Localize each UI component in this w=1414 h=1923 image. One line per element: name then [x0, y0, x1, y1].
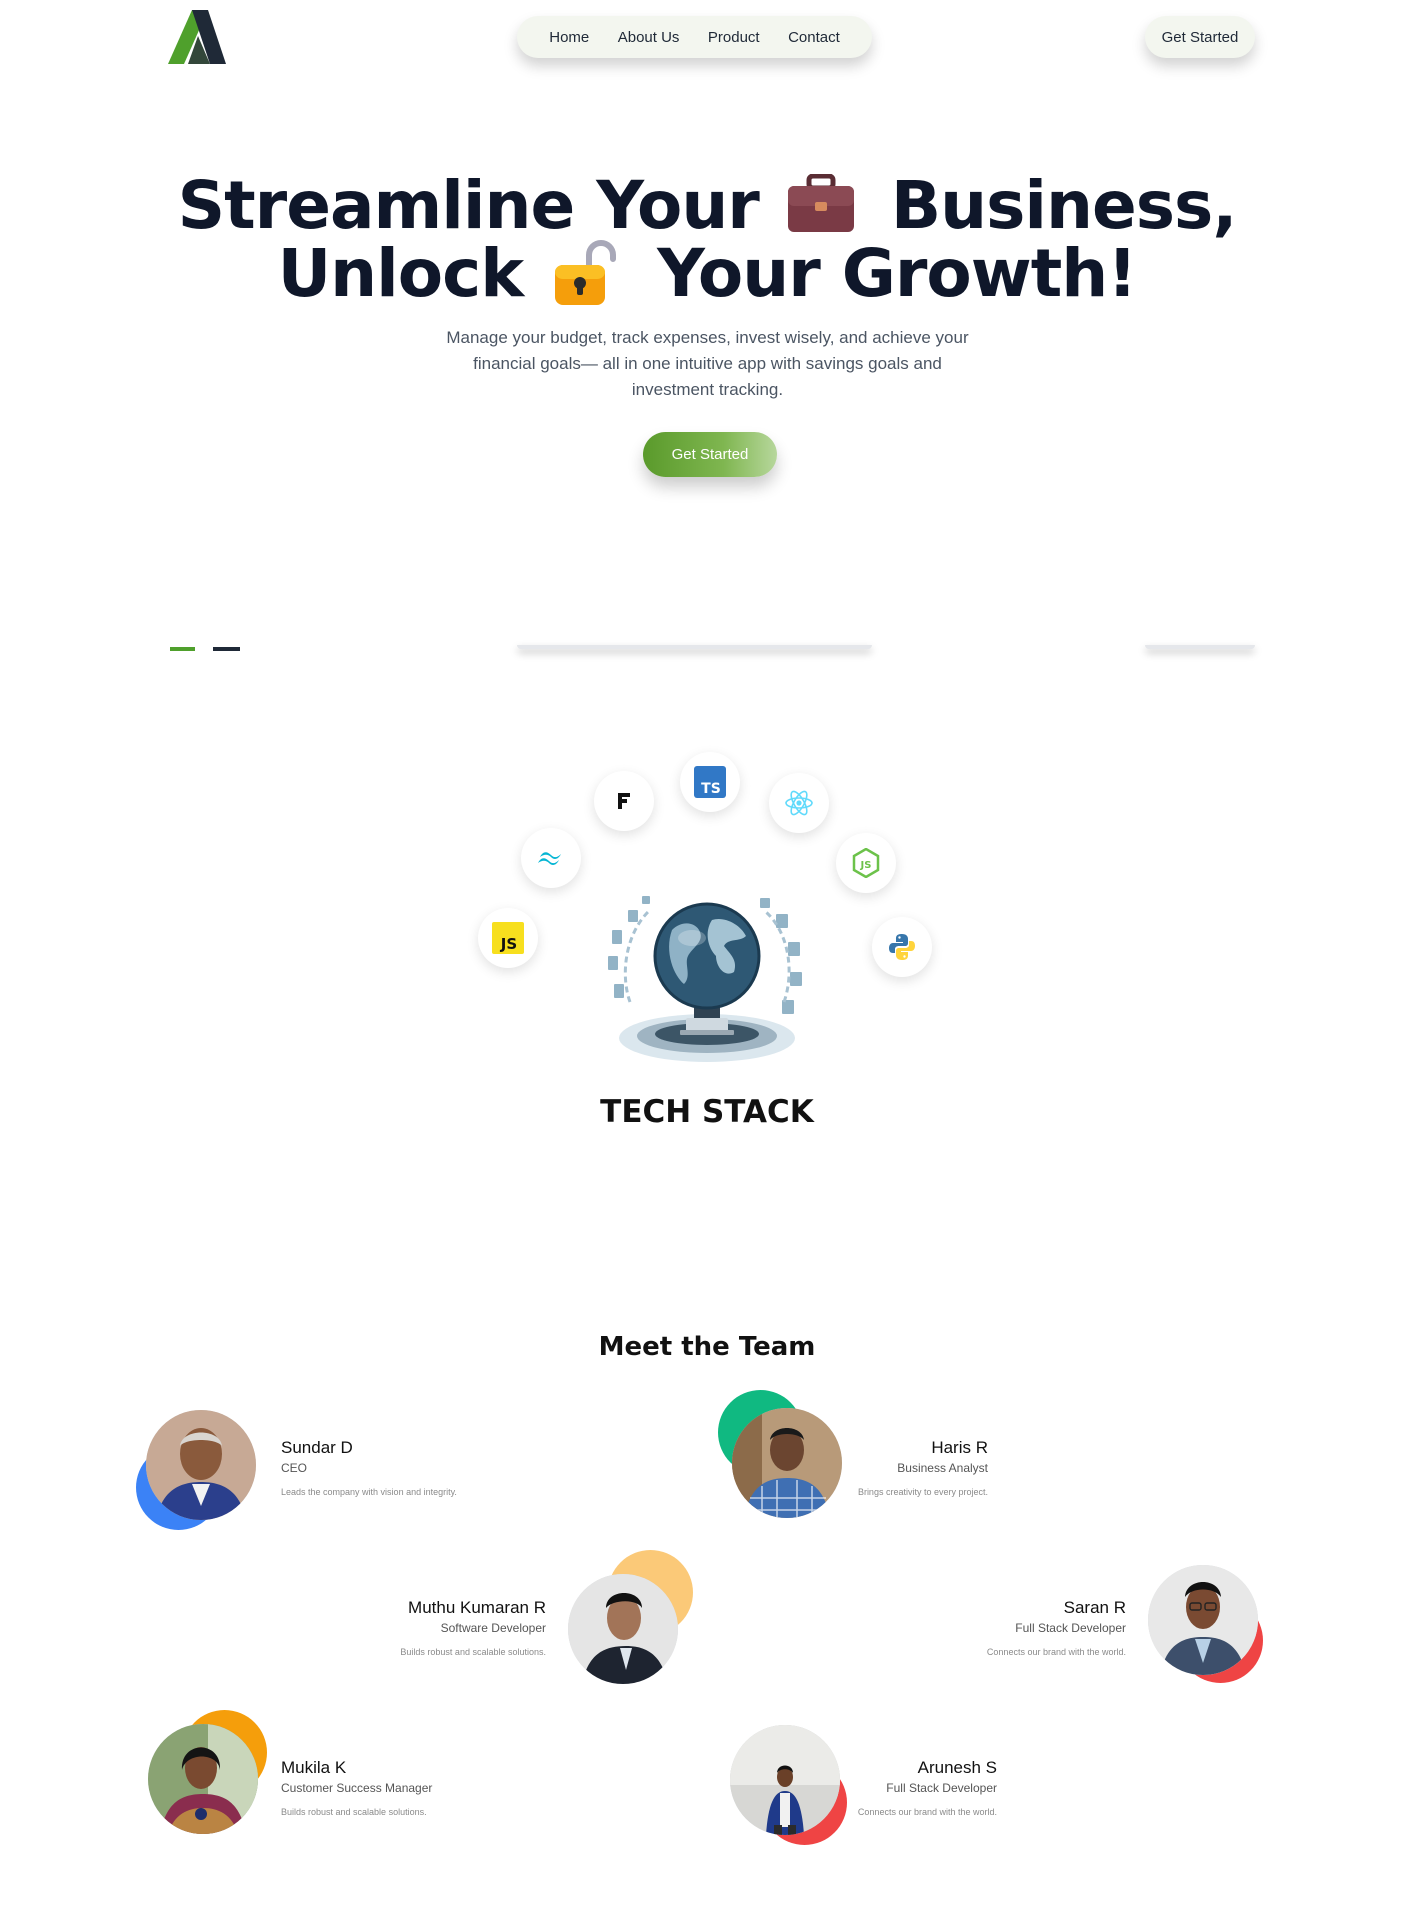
team-member-card[interactable]: Mukila K Customer Success Manager Builds…: [281, 1757, 541, 1818]
briefcase-icon: [787, 173, 854, 232]
ghost-cta-shadow: [1145, 645, 1255, 649]
member-description: Builds robust and scalable solutions.: [281, 1807, 427, 1817]
tech-python[interactable]: [872, 917, 932, 977]
brand-logo[interactable]: [168, 10, 240, 64]
team-member-card[interactable]: Arunesh S Full Stack Developer Connects …: [737, 1757, 997, 1818]
tech-framer[interactable]: [594, 771, 654, 831]
team-member-card[interactable]: Haris R Business Analyst Brings creativi…: [728, 1437, 988, 1498]
nav-product[interactable]: Product: [708, 29, 760, 46]
tech-stack-title: TECH STACK: [600, 1094, 814, 1130]
hero-get-started-button[interactable]: Get Started: [643, 432, 777, 477]
member-name: Mukila K: [281, 1758, 347, 1777]
svg-text:JS: JS: [860, 860, 872, 871]
team-member-card[interactable]: Saran R Full Stack Developer Connects ou…: [866, 1597, 1126, 1658]
member-description: Brings creativity to every project.: [857, 1487, 988, 1497]
member-role: Customer Success Manager: [281, 1781, 433, 1795]
member-name: Saran R: [1063, 1598, 1126, 1617]
react-icon: [785, 790, 813, 816]
avatar: [146, 1410, 256, 1520]
member-name: Haris R: [931, 1438, 988, 1457]
javascript-icon: JS: [492, 922, 524, 954]
avatar: [148, 1724, 258, 1834]
member-role: Software Developer: [440, 1621, 546, 1635]
avatar: [568, 1574, 678, 1684]
member-mukila-photo: [136, 1710, 267, 1840]
tailwind-icon: [538, 852, 561, 865]
framer-icon: [618, 793, 630, 809]
hero-title: Streamline Your Business, Unlock Your Gr…: [0, 172, 1414, 313]
tech-nodejs[interactable]: JS: [836, 833, 896, 893]
python-icon: [889, 934, 915, 960]
member-name: Arunesh S: [917, 1758, 997, 1777]
tech-react[interactable]: [769, 773, 829, 833]
tech-javascript[interactable]: JS: [478, 908, 538, 968]
nav-home[interactable]: Home: [549, 29, 589, 46]
nodejs-icon: JS: [852, 848, 880, 878]
member-sundar-photo: [136, 1400, 266, 1530]
member-role: CEO: [281, 1461, 308, 1475]
member-name: Sundar D: [281, 1438, 353, 1457]
ghost-nav-shadow: [517, 645, 872, 649]
member-name: Muthu Kumaran R: [408, 1598, 546, 1617]
typescript-icon: TS: [694, 766, 726, 798]
team-member-card[interactable]: Sundar D CEO Leads the company with visi…: [281, 1437, 541, 1498]
member-description: Builds robust and scalable solutions.: [400, 1647, 546, 1657]
svg-text:TS: TS: [701, 781, 721, 797]
member-description: Connects our brand with the world.: [857, 1807, 997, 1817]
ghost-logo-dark: [213, 647, 240, 651]
avatar: [1148, 1565, 1258, 1675]
nav-about-us[interactable]: About Us: [618, 29, 680, 46]
team-section-title: Meet the Team: [598, 1332, 816, 1362]
unlocked-padlock-icon: [555, 239, 617, 305]
tech-typescript[interactable]: TS: [680, 752, 740, 812]
member-description: Connects our brand with the world.: [986, 1647, 1126, 1657]
member-muthu-photo: [558, 1550, 693, 1684]
svg-text:JS: JS: [500, 935, 517, 953]
member-saran-photo: [1138, 1555, 1268, 1685]
header-get-started-button[interactable]: Get Started: [1145, 16, 1255, 58]
hero-subtitle: Manage your budget, track expenses, inve…: [446, 328, 969, 399]
hero-title-line2a: Unlock: [277, 235, 525, 312]
hero-title-line2b: Your Growth!: [657, 235, 1137, 312]
hero-title-line1a: Streamline Your: [177, 167, 760, 244]
globe-tech-illustration: [608, 896, 802, 1062]
ghost-logo-green: [170, 647, 195, 651]
nav-contact[interactable]: Contact: [788, 29, 840, 46]
tech-tailwind[interactable]: [521, 828, 581, 888]
hero-title-line1b: Business,: [890, 167, 1238, 244]
member-role: Full Stack Developer: [1015, 1621, 1126, 1635]
member-description: Leads the company with vision and integr…: [281, 1487, 457, 1497]
main-nav: Home About Us Product Contact: [517, 16, 872, 58]
team-member-card[interactable]: Muthu Kumaran R Software Developer Build…: [286, 1597, 546, 1658]
member-role: Full Stack Developer: [886, 1781, 997, 1795]
member-role: Business Analyst: [897, 1461, 988, 1475]
